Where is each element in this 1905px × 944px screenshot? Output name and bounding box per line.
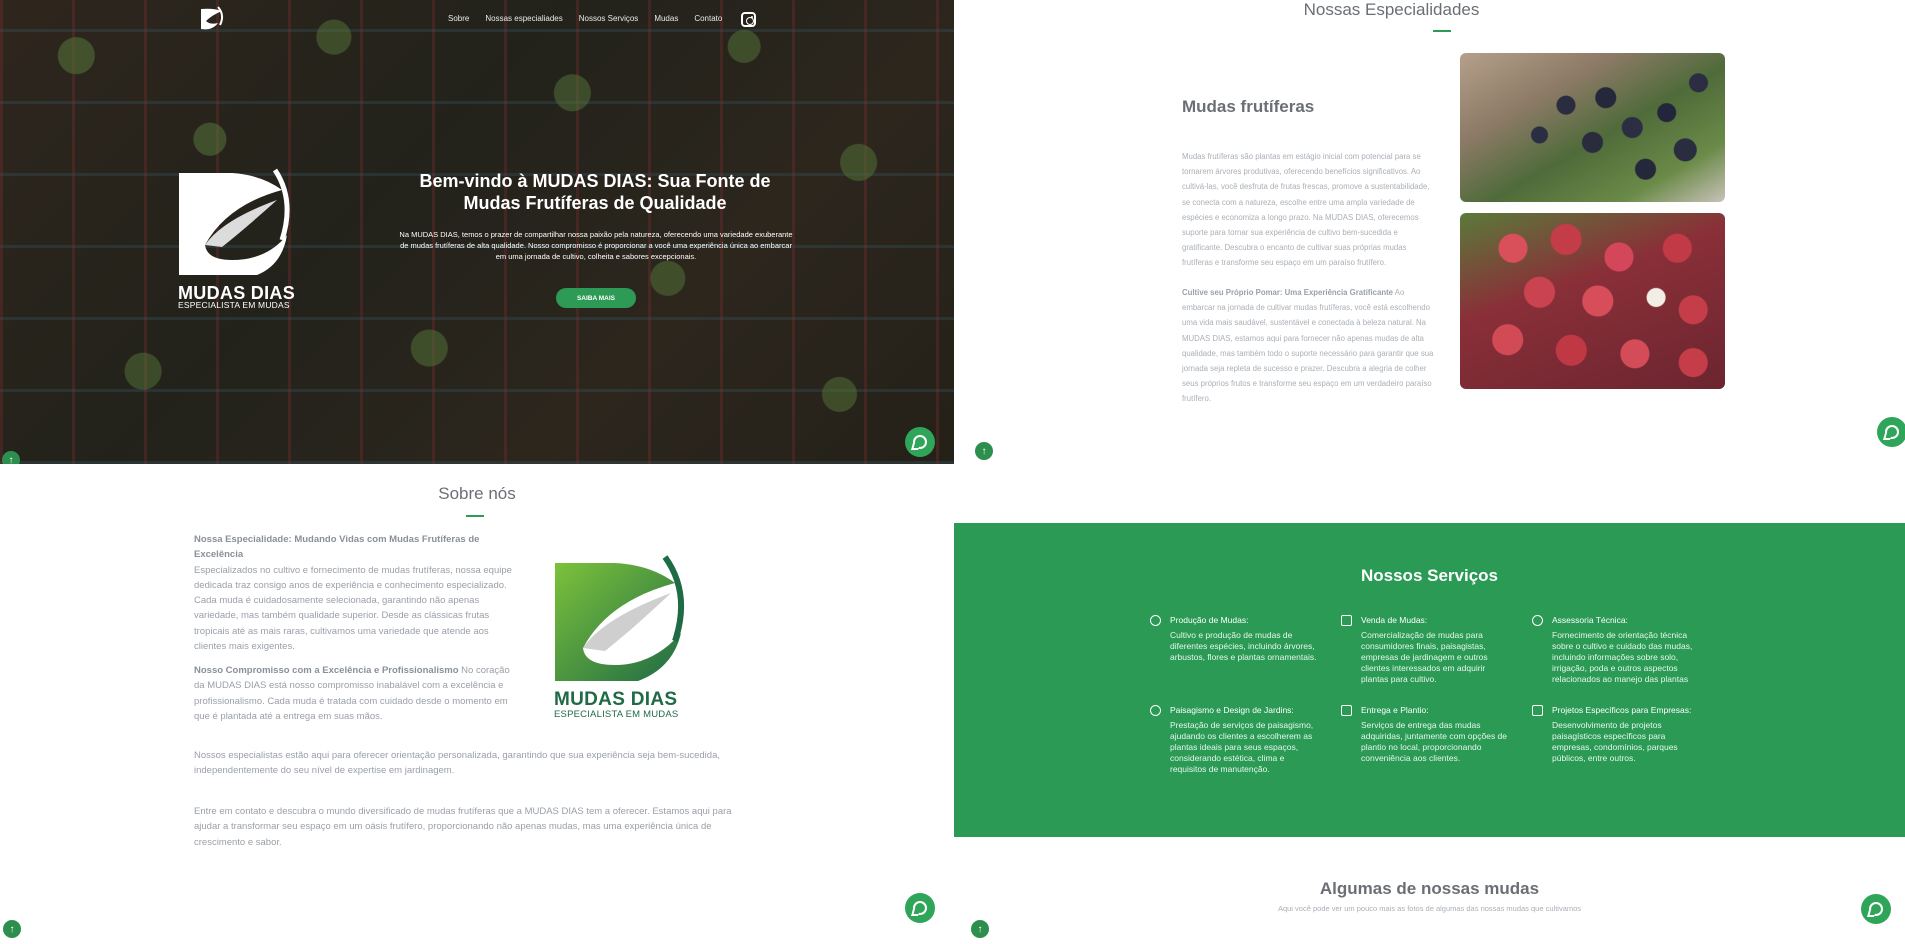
sobre-p1-text: Especializados no cultivo e fornecimento… [194, 564, 512, 653]
sobre-p1-heading: Nossa Especialidade: Mudando Vidas com M… [194, 534, 480, 561]
instagram-icon[interactable] [741, 12, 756, 27]
sobre-p2-heading: Nosso Compromisso com a Excelência e Pro… [194, 665, 459, 676]
especialidades-subtitle: Mudas frutíferas [1182, 97, 1315, 116]
servicos-title: Nossos Serviços [1360, 566, 1498, 585]
jabuticaba-photo[interactable] [1460, 53, 1725, 202]
sobre-paragraph-1: Nossa Especialidade: Mudando Vidas com M… [194, 532, 520, 654]
service-description: Comercialização de mudas para consumidor… [1361, 630, 1488, 684]
hero-section: Sobre Nossas especialiades Nossos Serviç… [0, 0, 954, 464]
whatsapp-button[interactable] [905, 427, 935, 457]
mudas-subtitle: Aqui você pode ver um pouco mais as foto… [1277, 904, 1582, 913]
nav-link-especialidades[interactable]: Nossas especialiades [485, 14, 562, 23]
nav-link-sobre[interactable]: Sobre [448, 14, 469, 23]
whatsapp-icon [1885, 425, 1899, 439]
scroll-top-button[interactable]: ↑ [2, 451, 20, 464]
especialidades-paragraph-2: Cultive seu Próprio Pomar: Uma Experiênc… [1182, 285, 1436, 407]
whatsapp-button[interactable] [1877, 417, 1905, 447]
service-description: Desenvolvimento de projetos paisagístico… [1552, 720, 1678, 763]
especialidades-p2-heading: Cultive seu Próprio Pomar: Uma Experiênc… [1182, 288, 1394, 297]
service-title: Produção de Mudas: [1170, 615, 1249, 625]
hero-title: Bem-vindo à MUDAS DIAS: Sua Fonte de Mud… [419, 171, 771, 213]
sobre-paragraph-3: Nossos especialistas estão aqui para ofe… [194, 750, 720, 777]
title-underline [1433, 30, 1451, 32]
mudas-section: Algumas de nossas mudas Aqui você pode v… [954, 837, 1905, 944]
sobre-brand-tagline: ESPECIALISTA EM MUDAS [554, 709, 679, 720]
especialidades-title: Nossas Especialidades [1303, 0, 1480, 19]
sobre-brand-logo [553, 553, 689, 683]
mudas-title: Algumas de nossas mudas [1319, 879, 1540, 898]
scroll-top-button[interactable]: ↑ [975, 442, 993, 460]
cash-icon [1341, 615, 1352, 626]
service-description: Fornecimento de orientação técnica sobre… [1552, 630, 1693, 684]
whatsapp-icon [1869, 902, 1883, 916]
nav-link-servicos[interactable]: Nossos Serviços [579, 14, 639, 23]
especialidades-section: Nossas Especialidades Mudas frutíferas M… [954, 0, 1905, 523]
servicos-section: Nossos Serviços Produção de Mudas: Culti… [954, 523, 1905, 837]
box-icon [1341, 705, 1352, 716]
info-icon [1150, 705, 1161, 716]
whatsapp-button[interactable] [905, 893, 935, 923]
saiba-mais-button[interactable]: SAIBA MAIS [556, 288, 636, 308]
service-title: Venda de Mudas: [1361, 615, 1428, 625]
service-description: Cultivo e produção de mudas de diferente… [1170, 630, 1317, 662]
service-description: Serviços de entrega das mudas adquiridas… [1361, 720, 1508, 763]
especialidades-p2-text: Ao embarcar na jornada de cultivar mudas… [1182, 288, 1434, 404]
nav-link-mudas[interactable]: Mudas [654, 14, 678, 23]
hero-brand-tagline: ESPECIALISTA EM MUDAS [178, 300, 290, 310]
nav-link-contato[interactable]: Contato [694, 14, 722, 23]
whatsapp-icon [913, 435, 927, 449]
service-description: Prestação de serviços de paisagismo, aju… [1170, 720, 1314, 774]
lichia-photo[interactable] [1460, 213, 1725, 389]
info-icon [1532, 615, 1543, 626]
sobre-paragraph-4: Entre em contato e descubra o mundo dive… [194, 806, 732, 848]
whatsapp-icon [913, 901, 927, 915]
title-underline [466, 515, 484, 517]
sobre-section: Sobre nós Nossa Especialidade: Mudando V… [0, 464, 954, 944]
sobre-title: Sobre nós [438, 484, 516, 503]
scroll-top-button[interactable]: ↑ [3, 920, 21, 938]
header-logo[interactable] [198, 5, 226, 35]
hero-text: Na MUDAS DIAS, temos o prazer de compart… [399, 230, 793, 261]
service-title: Assessoria Técnica: [1552, 615, 1628, 625]
service-title: Paisagismo e Design de Jardins: [1170, 705, 1294, 715]
whatsapp-button[interactable] [1861, 894, 1891, 924]
service-title: Entrega e Plantio: [1361, 705, 1429, 715]
leaf-icon [1150, 615, 1161, 626]
main-nav: Sobre Nossas especialiades Nossos Serviç… [448, 14, 722, 23]
especialidades-paragraph-1: Mudas frutíferas são plantas em estágio … [1182, 152, 1430, 268]
scroll-top-button[interactable]: ↑ [971, 920, 989, 938]
service-title: Projetos Específicos para Empresas: [1552, 705, 1692, 715]
check-square-icon [1532, 705, 1543, 716]
sobre-paragraph-2: Nosso Compromisso com a Excelência e Pro… [194, 663, 520, 724]
sobre-brand-name: MUDAS DIAS [554, 689, 678, 710]
